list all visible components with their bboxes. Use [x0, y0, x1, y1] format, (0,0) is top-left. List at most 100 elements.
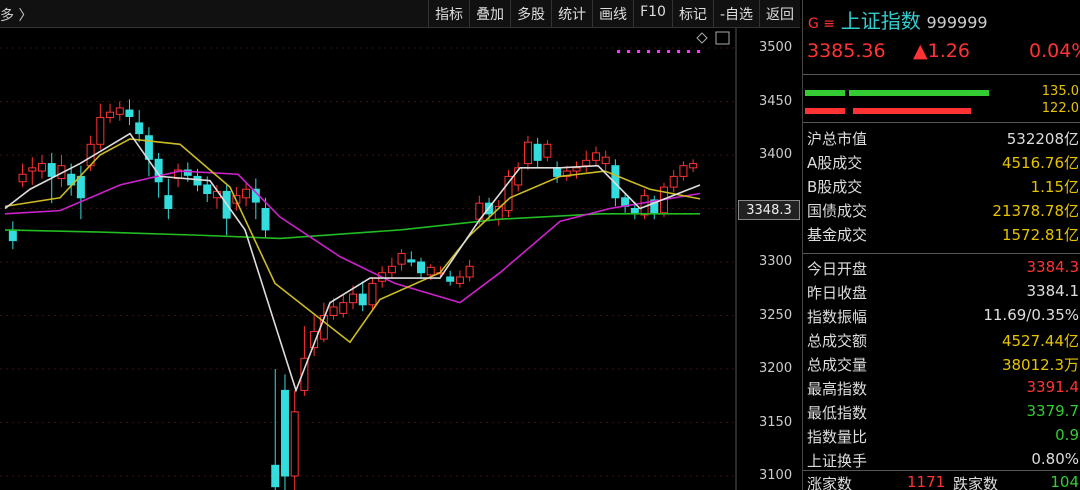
window-icon[interactable]: [715, 31, 730, 45]
candle-body: [96, 117, 105, 145]
candle-body: [135, 122, 144, 135]
candle-body: [38, 163, 47, 172]
quote-row: B股成交 1.15亿: [803, 174, 1080, 198]
candle-body: [465, 265, 474, 278]
multi-stock-button[interactable]: 多股: [510, 0, 551, 27]
candle-body: [407, 259, 416, 263]
candle-body: [242, 188, 251, 199]
kline-chart[interactable]: [0, 0, 737, 490]
back-button[interactable]: 返回: [759, 0, 800, 27]
marker-dot: [697, 50, 700, 53]
kline-chart-area[interactable]: [0, 0, 800, 490]
candle-body: [290, 411, 299, 477]
candle-body: [553, 167, 562, 177]
quote-row: 基金成交 1572.81亿: [803, 222, 1080, 246]
candle-body: [446, 276, 455, 282]
index-header: G ≡ 上证指数 999999: [808, 5, 988, 34]
quote-row-value: 11.69/0.35%: [983, 306, 1079, 324]
index-change-pct: 0.04%: [1029, 40, 1080, 62]
quote-row-value: 3391.4: [1026, 378, 1080, 396]
candle-body: [261, 208, 270, 231]
candle-body: [8, 229, 17, 242]
candle-body: [115, 107, 124, 115]
current-price-label: 3348.3: [738, 200, 800, 221]
quote-row-label: 最高指数: [807, 380, 868, 398]
statistics-button[interactable]: 统计: [551, 0, 592, 27]
quote-row: 沪总市值 532208亿: [803, 126, 1080, 150]
price-tick-label: 3250: [759, 307, 793, 323]
quote-row: 最低指数 3379.7: [803, 400, 1080, 424]
quote-row-label: 今日开盘: [807, 260, 868, 278]
quote-row: 指数振幅 11.69/0.35%: [803, 304, 1080, 328]
index-name: 上证指数: [840, 9, 921, 33]
price-axis: 350034503400335033003250320031503100: [737, 27, 800, 490]
candle-body: [18, 173, 27, 183]
quote-row-label: 沪总市值: [807, 130, 868, 148]
candle-body: [368, 282, 377, 306]
index-code: 999999: [926, 13, 988, 32]
marker-dot: [627, 50, 630, 53]
quote-row-label: 总成交额: [807, 332, 868, 350]
candle-body: [47, 163, 56, 177]
candle-body: [591, 152, 600, 161]
marker-dot: [647, 50, 650, 53]
candle-body: [106, 111, 115, 119]
draw-line-button[interactable]: 画线: [592, 0, 633, 27]
overlay-button[interactable]: 叠加: [469, 0, 510, 27]
quote-row-value: 4527.44亿: [1001, 332, 1079, 350]
quote-row-label: 基金成交: [807, 226, 868, 244]
quote-row-value: 4516.76亿: [1001, 154, 1079, 172]
quote-panel: G ≡ 上证指数 999999 3385.36 ▲1.26 0.04% 135.…: [802, 0, 1080, 490]
price-tick-label: 3200: [759, 361, 793, 376]
candle-body: [426, 266, 435, 276]
f10-button[interactable]: F10: [633, 0, 672, 27]
price-tick-label: 3500: [759, 40, 793, 55]
marker-dot: [687, 50, 690, 53]
quote-row: A股成交 4516.76亿: [803, 150, 1080, 174]
quote-row-value: 3384.1: [1026, 282, 1080, 300]
quote-row-label: A股成交: [807, 154, 863, 172]
quote-row-label: 总成交量: [807, 356, 868, 374]
mark-button[interactable]: 标记: [671, 0, 713, 27]
quote-row-value: 3379.7: [1026, 402, 1080, 420]
advance-label: 涨家数: [807, 475, 853, 490]
down-volume-value: 122.0: [1041, 101, 1079, 116]
candle-body: [358, 293, 367, 306]
decline-value: 104: [1050, 473, 1079, 490]
candle-body: [533, 143, 542, 161]
quote-row-value: 0.80%: [1031, 450, 1079, 468]
diamond-icon[interactable]: [696, 32, 708, 44]
quote-row-value: 0.9: [1055, 426, 1079, 444]
candle-body: [329, 306, 338, 317]
candle-body: [679, 165, 688, 177]
quote-row-label: 昨日收盘: [807, 284, 868, 302]
candle-body: [76, 175, 85, 199]
quote-row-label: 指数振幅: [807, 308, 868, 326]
quote-row: 指数量比 0.9: [803, 424, 1080, 448]
decline-label: 跌家数: [953, 475, 999, 490]
indicator-button[interactable]: 指标: [428, 0, 469, 27]
quote-row: 总成交额 4527.44亿: [803, 328, 1080, 352]
remove-watchlist-button[interactable]: -自选: [712, 0, 759, 27]
candle-body: [397, 252, 406, 265]
down-volume-bar-2: [853, 108, 971, 114]
marker-dot: [667, 50, 670, 53]
candle-body: [689, 163, 698, 169]
index-marker: G ≡: [808, 16, 836, 32]
marker-dot: [657, 50, 660, 53]
down-volume-bar: [805, 108, 845, 114]
price-tick-label: 3450: [759, 93, 793, 109]
quote-row-value: 38012.3万: [1001, 356, 1079, 374]
candle-body: [164, 195, 173, 210]
candle-body: [387, 265, 396, 274]
ma-line-yellow: [4, 138, 701, 344]
quote-row-label: 国债成交: [807, 202, 868, 220]
ma-line-green: [4, 213, 700, 240]
advance-value: 1171: [907, 473, 946, 490]
quote-row: 国债成交 21378.78亿: [803, 198, 1080, 222]
candle-body: [582, 159, 591, 167]
marker-dot: [617, 50, 620, 53]
candle-body: [280, 389, 289, 477]
price-tick-label: 3400: [759, 147, 793, 162]
quote-row-value: 21378.78亿: [992, 202, 1079, 220]
